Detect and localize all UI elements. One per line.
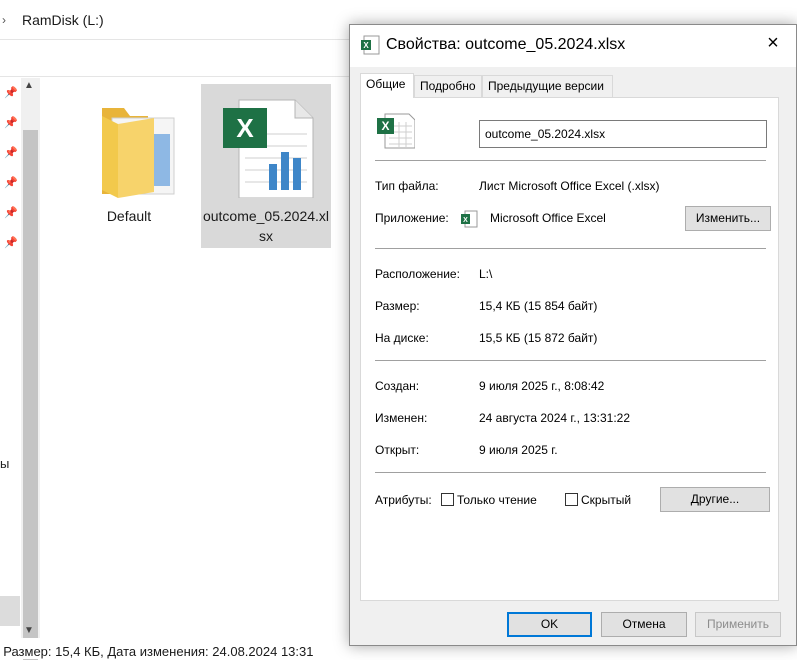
dialog-titlebar[interactable]: X Свойства: outcome_05.2024.xlsx × xyxy=(350,25,796,67)
file-type-label: Тип файла: xyxy=(375,179,439,193)
nav-scrollbar[interactable]: ▲ ▼ xyxy=(21,78,40,660)
close-icon[interactable]: × xyxy=(750,25,796,63)
svg-text:X: X xyxy=(363,41,369,50)
readonly-checkbox[interactable] xyxy=(441,493,454,506)
disk-size-value: 15,5 КБ (15 872 байт) xyxy=(479,331,598,345)
modified-value: 24 августа 2024 г., 13:31:22 xyxy=(479,411,630,425)
tab-general[interactable]: Общие xyxy=(360,73,414,98)
nav-item-label[interactable]: ы xyxy=(0,456,9,471)
nav-item-selected[interactable] xyxy=(0,596,20,626)
tab-previous-versions[interactable]: Предыдущие версии xyxy=(482,75,613,97)
file-name[interactable]: Default xyxy=(64,206,194,226)
svg-text:X: X xyxy=(236,113,254,143)
pin-icon[interactable]: 📌 xyxy=(4,176,18,189)
excel-file-icon: X xyxy=(377,113,415,149)
app-value: Microsoft Office Excel xyxy=(490,211,606,225)
change-button[interactable]: Изменить... xyxy=(685,206,771,231)
file-type-value: Лист Microsoft Office Excel (.xlsx) xyxy=(479,179,660,193)
chevron-right-icon[interactable]: › xyxy=(2,13,6,27)
scroll-up-icon[interactable]: ▲ xyxy=(24,80,34,91)
created-value: 9 июля 2025 г., 8:08:42 xyxy=(479,379,605,393)
file-item-outcome[interactable]: X outcome_05.2024.xlsx xyxy=(201,84,331,248)
pin-icon[interactable]: 📌 xyxy=(4,206,18,219)
other-attributes-button[interactable]: Другие... xyxy=(660,487,770,512)
pin-icon[interactable]: 📌 xyxy=(4,146,18,159)
opened-label: Открыт: xyxy=(375,443,420,457)
attributes-label: Атрибуты: xyxy=(375,493,432,507)
scrollbar-thumb[interactable] xyxy=(23,130,38,660)
svg-text:X: X xyxy=(463,217,468,224)
excel-app-icon: X xyxy=(461,210,478,228)
excel-file-icon: X xyxy=(361,35,380,55)
excel-file-icon: X xyxy=(223,99,314,198)
separator xyxy=(375,248,766,249)
opened-value: 9 июля 2025 г. xyxy=(479,443,558,457)
address-bar[interactable]: › RamDisk (L:) xyxy=(0,0,360,40)
general-panel: X Тип файла: Лист Microsoft Office Excel… xyxy=(360,97,779,601)
toolbar-area xyxy=(0,41,360,77)
location-label: Расположение: xyxy=(375,267,460,281)
hidden-label[interactable]: Скрытый xyxy=(581,493,631,507)
properties-dialog: X Свойства: outcome_05.2024.xlsx × Общие… xyxy=(349,24,797,646)
svg-text:X: X xyxy=(381,119,389,133)
cancel-button[interactable]: Отмена xyxy=(601,612,687,637)
separator xyxy=(375,360,766,361)
modified-label: Изменен: xyxy=(375,411,428,425)
navigation-pane: 📌 📌 📌 📌 📌 📌 ы xyxy=(0,78,22,638)
address-text[interactable]: RamDisk (L:) xyxy=(22,12,104,28)
scroll-down-icon[interactable]: ▼ xyxy=(24,625,34,636)
separator xyxy=(375,160,766,161)
apply-button[interactable]: Применить xyxy=(695,612,781,637)
location-value: L:\ xyxy=(479,267,493,281)
readonly-label[interactable]: Только чтение xyxy=(457,493,537,507)
file-name-field[interactable] xyxy=(479,120,767,148)
pin-icon[interactable]: 📌 xyxy=(4,116,18,129)
hidden-checkbox[interactable] xyxy=(565,493,578,506)
pin-icon[interactable]: 📌 xyxy=(4,236,18,249)
file-item-default[interactable]: Default xyxy=(64,84,194,248)
dialog-title: Свойства: outcome_05.2024.xlsx xyxy=(386,36,626,53)
tab-details[interactable]: Подробно xyxy=(414,75,482,97)
folder-icon xyxy=(102,108,175,198)
ok-button[interactable]: OK xyxy=(507,612,592,637)
size-label: Размер: xyxy=(375,299,420,313)
disk-size-label: На диске: xyxy=(375,331,429,345)
size-value: 15,4 КБ (15 854 байт) xyxy=(479,299,598,313)
created-label: Создан: xyxy=(375,379,420,393)
pin-icon[interactable]: 📌 xyxy=(4,86,18,99)
separator xyxy=(375,472,766,473)
app-label: Приложение: xyxy=(375,211,449,225)
file-name[interactable]: outcome_05.2024.xlsx xyxy=(201,206,331,246)
status-text: , Размер: 15,4 КБ, Дата изменения: 24.08… xyxy=(0,644,314,659)
